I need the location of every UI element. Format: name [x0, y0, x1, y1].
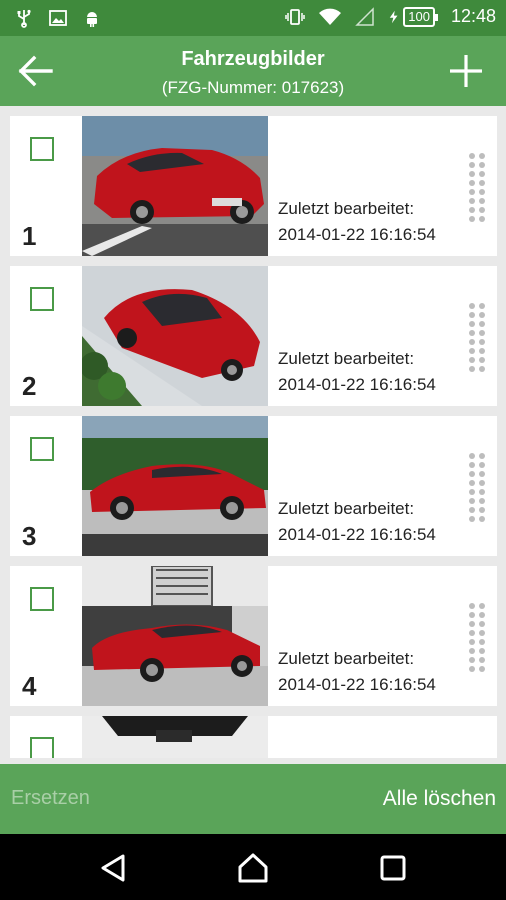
last-edited: Zuletzt bearbeitet: 2014-01-22 16:16:54 — [278, 496, 436, 548]
drag-handle-icon[interactable] — [467, 452, 487, 524]
last-edited: Zuletzt bearbeitet: 2014-01-22 16:16:54 — [278, 646, 436, 698]
home-icon[interactable] — [236, 851, 270, 885]
add-icon[interactable] — [448, 53, 484, 89]
vehicle-photo[interactable] — [82, 716, 268, 758]
select-checkbox[interactable] — [30, 587, 54, 611]
system-navigation-bar — [0, 834, 506, 900]
vehicle-image-list[interactable]: 1 Zuletzt bearbeitet: 2014-01-22 16:16:5… — [0, 106, 506, 758]
recent-apps-icon[interactable] — [376, 851, 410, 885]
last-edited-timestamp: 2014-01-22 16:16:54 — [278, 675, 436, 694]
list-item[interactable]: 4 Zuletzt bearbeitet: 2014-01-22 16:16:5… — [10, 566, 497, 706]
usb-icon — [17, 9, 31, 28]
status-bar: 100 12:48 — [0, 0, 506, 36]
select-checkbox[interactable] — [30, 287, 54, 311]
last-edited-label: Zuletzt bearbeitet: — [278, 499, 415, 518]
vehicle-photo[interactable] — [82, 116, 268, 256]
vibrate-icon — [285, 8, 305, 25]
last-edited-label: Zuletzt bearbeitet: — [278, 349, 415, 368]
list-item[interactable]: 3 Zuletzt bearbeitet: 2014-01-22 16:16:5… — [10, 416, 497, 556]
clock: 12:48 — [450, 6, 496, 26]
vehicle-photo[interactable] — [82, 416, 268, 556]
list-item[interactable]: 1 Zuletzt bearbeitet: 2014-01-22 16:16:5… — [10, 116, 497, 256]
select-checkbox[interactable] — [30, 137, 54, 161]
app-bar: Fahrzeugbilder (FZG-Nummer: 017623) — [0, 36, 506, 106]
list-item[interactable] — [10, 716, 497, 758]
select-checkbox[interactable] — [30, 437, 54, 461]
wifi-icon — [319, 8, 342, 25]
battery-icon: 100 — [403, 6, 438, 27]
bottom-action-bar: Ersetzen Alle löschen — [0, 764, 506, 834]
delete-all-button[interactable]: Alle löschen — [383, 787, 496, 811]
select-checkbox[interactable] — [30, 737, 54, 758]
last-edited-label: Zuletzt bearbeitet: — [278, 649, 415, 668]
list-item[interactable]: 2 Zuletzt bearbeitet: 2014-01-22 16:16:5… — [10, 266, 497, 406]
page-subtitle: (FZG-Nummer: 017623) — [161, 78, 345, 97]
charging-icon — [390, 10, 398, 23]
last-edited-timestamp: 2014-01-22 16:16:54 — [278, 525, 436, 544]
back-icon[interactable] — [96, 851, 130, 885]
item-number: 3 — [22, 521, 37, 551]
page-title: Fahrzeugbilder — [181, 48, 325, 70]
last-edited-timestamp: 2014-01-22 16:16:54 — [278, 225, 436, 244]
last-edited: Zuletzt bearbeitet: 2014-01-22 16:16:54 — [278, 196, 436, 248]
item-number: 4 — [22, 671, 37, 701]
item-number: 1 — [22, 221, 37, 251]
replace-button[interactable]: Ersetzen — [11, 787, 90, 810]
drag-handle-icon[interactable] — [467, 602, 487, 674]
android-icon — [87, 12, 97, 27]
vehicle-photo[interactable] — [82, 566, 268, 706]
image-icon — [49, 10, 67, 26]
vehicle-photo[interactable] — [82, 266, 268, 406]
last-edited: Zuletzt bearbeitet: 2014-01-22 16:16:54 — [278, 346, 436, 398]
last-edited-timestamp: 2014-01-22 16:16:54 — [278, 375, 436, 394]
drag-handle-icon[interactable] — [467, 152, 487, 224]
drag-handle-icon[interactable] — [467, 302, 487, 374]
item-number: 2 — [22, 371, 37, 401]
signal-icon — [355, 6, 374, 26]
last-edited-label: Zuletzt bearbeitet: — [278, 199, 415, 218]
